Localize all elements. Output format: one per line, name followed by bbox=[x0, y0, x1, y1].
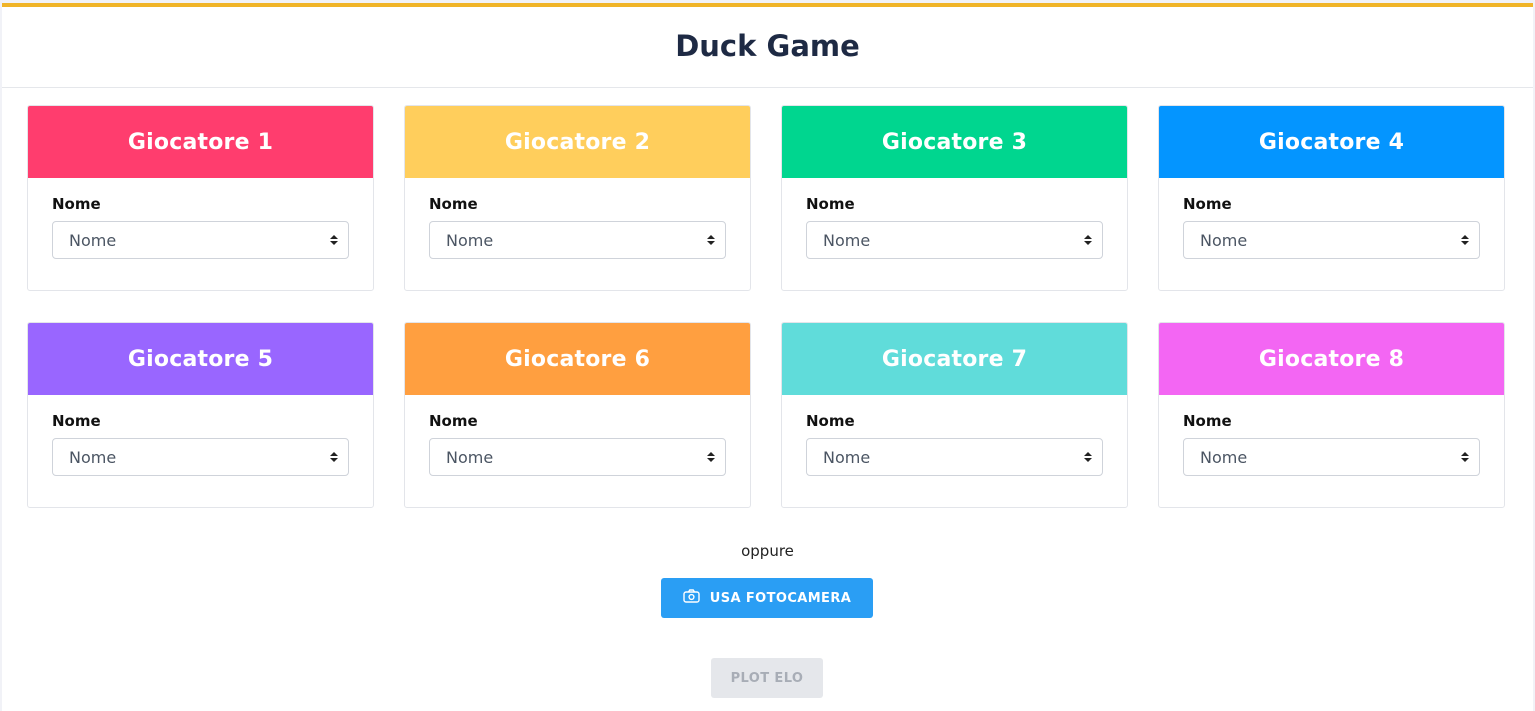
player-7-name-select[interactable]: Nome bbox=[806, 438, 1103, 476]
player-card-header: Giocatore 3 bbox=[782, 106, 1127, 178]
select-value: Nome bbox=[1200, 230, 1248, 250]
player-card-header: Giocatore 6 bbox=[405, 323, 750, 395]
player-card-header: Giocatore 2 bbox=[405, 106, 750, 178]
player-card-header: Giocatore 1 bbox=[28, 106, 373, 178]
player-card-header: Giocatore 8 bbox=[1159, 323, 1504, 395]
main-panel: Duck Game Giocatore 1 Nome Nome Giocator… bbox=[2, 3, 1533, 711]
player-card-header: Giocatore 7 bbox=[782, 323, 1127, 395]
name-label: Nome bbox=[429, 412, 478, 430]
select-caret-icon bbox=[707, 452, 715, 462]
player-card-4: Giocatore 4 Nome Nome bbox=[1158, 105, 1505, 291]
name-label: Nome bbox=[52, 195, 101, 213]
name-label: Nome bbox=[1183, 195, 1232, 213]
select-value: Nome bbox=[446, 230, 494, 250]
player-grid: Giocatore 1 Nome Nome Giocatore 2 Nome N… bbox=[27, 105, 1507, 508]
page-header: Duck Game bbox=[2, 7, 1533, 88]
select-caret-icon bbox=[1084, 235, 1092, 245]
name-label: Nome bbox=[806, 412, 855, 430]
player-3-name-select[interactable]: Nome bbox=[806, 221, 1103, 259]
player-card-6: Giocatore 6 Nome Nome bbox=[404, 322, 751, 508]
select-value: Nome bbox=[823, 230, 871, 250]
select-caret-icon bbox=[707, 235, 715, 245]
camera-icon bbox=[683, 589, 700, 607]
name-label: Nome bbox=[52, 412, 101, 430]
select-caret-icon bbox=[1084, 452, 1092, 462]
player-card-header: Giocatore 4 bbox=[1159, 106, 1504, 178]
name-label: Nome bbox=[1183, 412, 1232, 430]
page-title: Duck Game bbox=[675, 29, 860, 63]
select-caret-icon bbox=[1461, 452, 1469, 462]
alternative-text: oppure bbox=[741, 542, 794, 560]
player-2-name-select[interactable]: Nome bbox=[429, 221, 726, 259]
select-caret-icon bbox=[1461, 235, 1469, 245]
name-label: Nome bbox=[429, 195, 478, 213]
player-card-2: Giocatore 2 Nome Nome bbox=[404, 105, 751, 291]
player-card-5: Giocatore 5 Nome Nome bbox=[27, 322, 374, 508]
select-value: Nome bbox=[69, 230, 117, 250]
player-8-name-select[interactable]: Nome bbox=[1183, 438, 1480, 476]
player-card-8: Giocatore 8 Nome Nome bbox=[1158, 322, 1505, 508]
player-card-1: Giocatore 1 Nome Nome bbox=[27, 105, 374, 291]
name-label: Nome bbox=[806, 195, 855, 213]
player-1-name-select[interactable]: Nome bbox=[52, 221, 349, 259]
select-caret-icon bbox=[330, 452, 338, 462]
use-camera-label: USA FOTOCAMERA bbox=[709, 590, 852, 606]
select-value: Nome bbox=[69, 447, 117, 467]
player-5-name-select[interactable]: Nome bbox=[52, 438, 349, 476]
player-4-name-select[interactable]: Nome bbox=[1183, 221, 1480, 259]
select-value: Nome bbox=[823, 447, 871, 467]
player-6-name-select[interactable]: Nome bbox=[429, 438, 726, 476]
select-value: Nome bbox=[1200, 447, 1248, 467]
select-caret-icon bbox=[330, 235, 338, 245]
select-value: Nome bbox=[446, 447, 494, 467]
player-card-7: Giocatore 7 Nome Nome bbox=[781, 322, 1128, 508]
plot-elo-button[interactable]: PLOT ELO bbox=[711, 658, 823, 698]
player-card-header: Giocatore 5 bbox=[28, 323, 373, 395]
player-card-3: Giocatore 3 Nome Nome bbox=[781, 105, 1128, 291]
use-camera-button[interactable]: USA FOTOCAMERA bbox=[661, 578, 873, 618]
